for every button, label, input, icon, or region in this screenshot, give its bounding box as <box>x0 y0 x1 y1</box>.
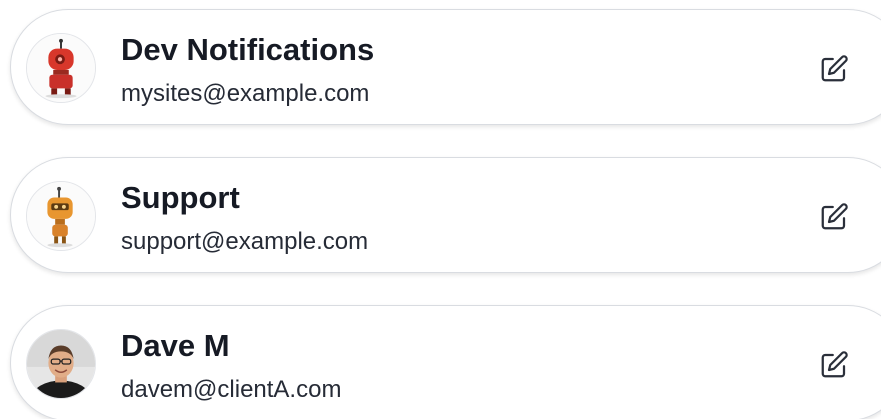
red-robot-avatar-icon <box>26 33 96 103</box>
contact-card-support[interactable]: Support support@example.com <box>10 157 881 273</box>
contact-name: Dev Notifications <box>121 32 375 67</box>
contact-email: support@example.com <box>121 228 369 255</box>
contact-email: davem@clientA.com <box>121 376 342 403</box>
contact-email: mysites@example.com <box>121 80 370 107</box>
contact-list: Dev Notifications mysites@example.com Su… <box>0 0 881 419</box>
orange-robot-avatar-icon <box>26 181 96 251</box>
contact-card-dave-m[interactable]: Dave M davem@clientA.com <box>10 305 881 419</box>
user-photo-avatar <box>26 329 96 399</box>
contact-card-dev-notifications[interactable]: Dev Notifications mysites@example.com <box>10 9 881 125</box>
contact-name: Support <box>121 180 240 215</box>
edit-pencil-icon[interactable] <box>819 54 849 84</box>
edit-pencil-icon[interactable] <box>819 350 849 380</box>
edit-pencil-icon[interactable] <box>819 202 849 232</box>
contact-name: Dave M <box>121 328 230 363</box>
